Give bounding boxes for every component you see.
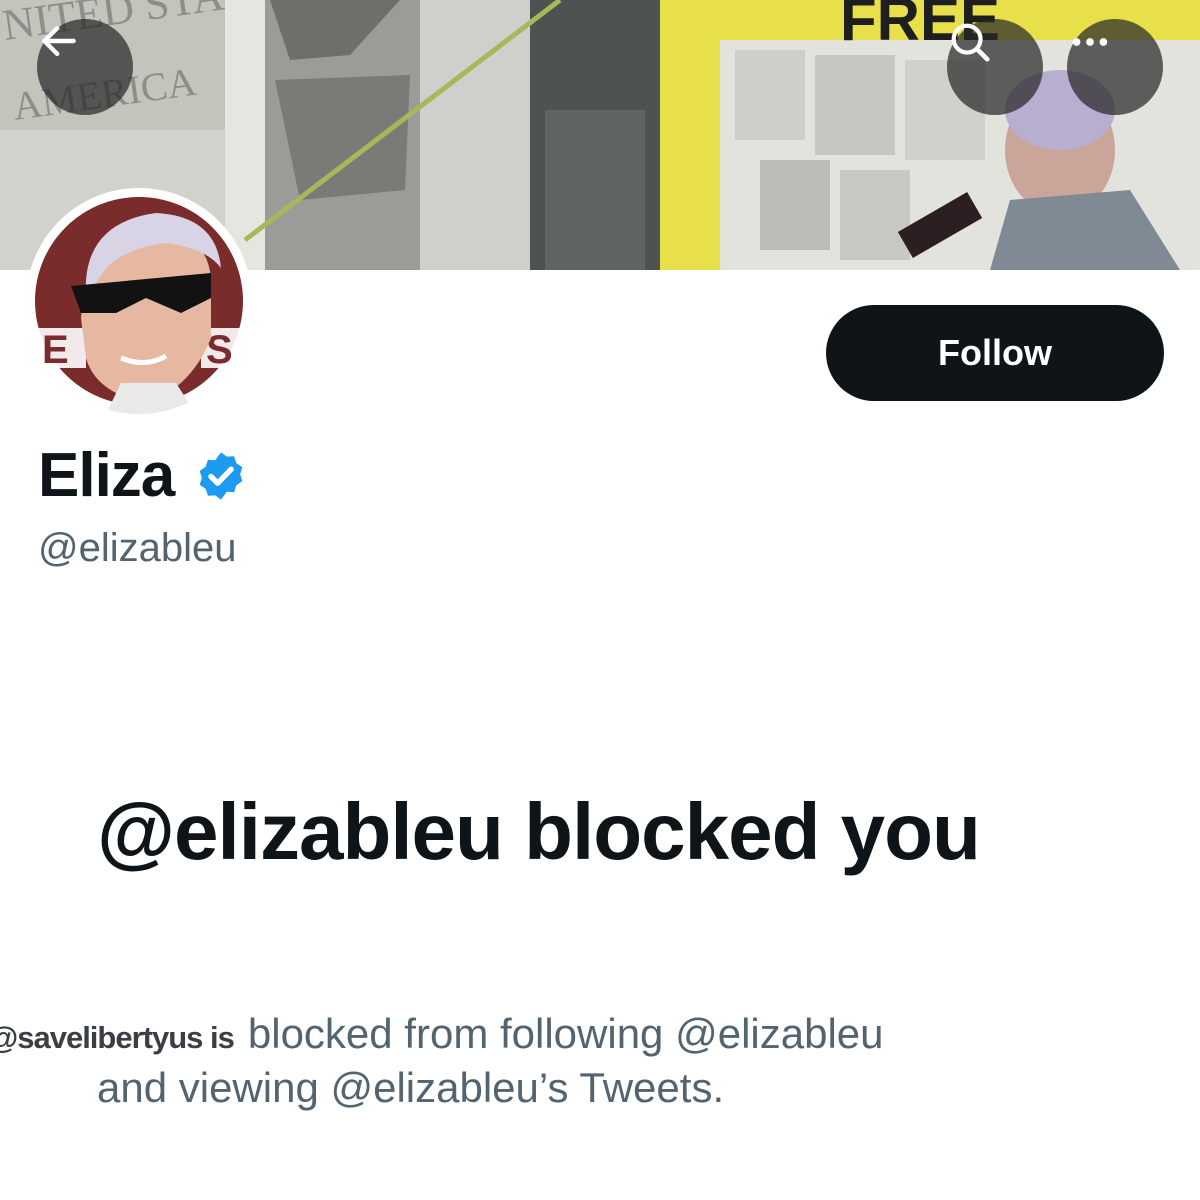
avatar-image: E S xyxy=(35,197,246,414)
verified-badge-icon xyxy=(199,451,243,500)
blocked-message-line1: blocked from following @elizableu xyxy=(247,1010,884,1057)
profile-handle: @elizableu xyxy=(38,526,237,570)
display-name: Eliza xyxy=(38,441,175,510)
more-button[interactable] xyxy=(1067,19,1163,115)
follow-button[interactable]: Follow xyxy=(826,305,1164,401)
more-horizontal-icon xyxy=(1072,38,1108,46)
avatar[interactable]: E S xyxy=(26,188,252,414)
blocked-description: @savelibertyus is blocked from following… xyxy=(0,1010,1100,1112)
profile-name-row: Eliza xyxy=(38,440,248,511)
blocked-message-line2: and viewing @elizableu’s Tweets. xyxy=(97,1064,725,1111)
blocked-title: @elizableu blocked you xyxy=(97,787,981,876)
search-button[interactable] xyxy=(947,19,1043,115)
viewer-handle: @savelibertyus is xyxy=(0,1020,235,1055)
svg-text:E: E xyxy=(42,328,69,372)
arrow-left-icon xyxy=(42,25,76,57)
back-button[interactable] xyxy=(37,19,133,115)
search-icon xyxy=(951,23,990,62)
